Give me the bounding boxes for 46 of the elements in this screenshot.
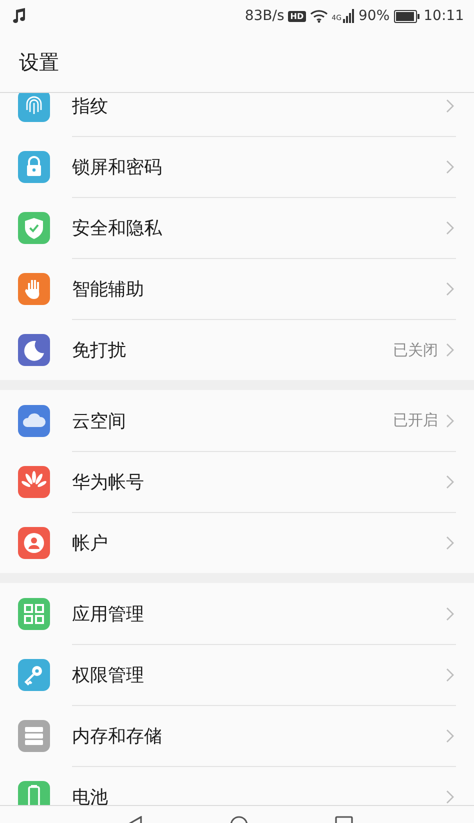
chevron-right-icon <box>446 536 454 550</box>
chevron-right-icon <box>446 475 454 489</box>
chevron-right-icon <box>446 414 454 428</box>
clock-time: 10:11 <box>424 8 464 24</box>
cloud-icon <box>18 404 50 436</box>
signal-icon <box>342 9 355 23</box>
chevron-right-icon <box>446 221 454 235</box>
chevron-right-icon <box>446 790 454 804</box>
fingerprint-icon <box>18 93 50 122</box>
settings-label: 免打扰 <box>72 339 127 362</box>
settings-label: 锁屏和密码 <box>72 156 163 179</box>
chevron-right-icon <box>446 343 454 357</box>
storage-icon <box>18 720 50 752</box>
settings-label: 指纹 <box>72 94 109 118</box>
shield-check-icon <box>18 212 50 244</box>
music-note-icon <box>12 8 26 24</box>
chevron-right-icon <box>446 98 454 112</box>
settings-label: 云空间 <box>72 410 127 432</box>
moon-icon <box>18 334 50 366</box>
settings-label: 智能辅助 <box>72 278 145 301</box>
chevron-right-icon <box>446 606 454 620</box>
person-icon <box>18 526 50 558</box>
settings-label: 权限管理 <box>72 664 145 687</box>
status-value: 已关闭 <box>393 340 438 360</box>
settings-label: 安全和隐私 <box>72 217 163 240</box>
settings-label: 华为帐号 <box>72 471 145 494</box>
key-icon <box>18 658 50 690</box>
page-title: 设置 <box>19 48 59 76</box>
battery-icon <box>394 10 420 22</box>
hd-badge: HD <box>288 10 306 22</box>
chevron-right-icon <box>446 668 454 682</box>
chevron-right-icon <box>446 282 454 296</box>
app-grid-icon <box>18 598 50 630</box>
flower-logo-icon <box>18 466 50 498</box>
hand-icon <box>18 272 50 304</box>
network-speed: 83B/s <box>244 8 284 24</box>
settings-label: 帐户 <box>72 532 109 555</box>
chevron-right-icon <box>446 729 454 743</box>
chevron-right-icon <box>446 160 454 174</box>
status-value: 已开启 <box>393 411 438 430</box>
wifi-icon <box>310 9 328 23</box>
settings-label: 电池 <box>72 786 109 805</box>
settings-label: 内存和存储 <box>72 725 163 748</box>
settings-label: 应用管理 <box>72 602 145 626</box>
padlock-icon <box>18 150 50 182</box>
battery-percent: 90% <box>358 8 390 24</box>
